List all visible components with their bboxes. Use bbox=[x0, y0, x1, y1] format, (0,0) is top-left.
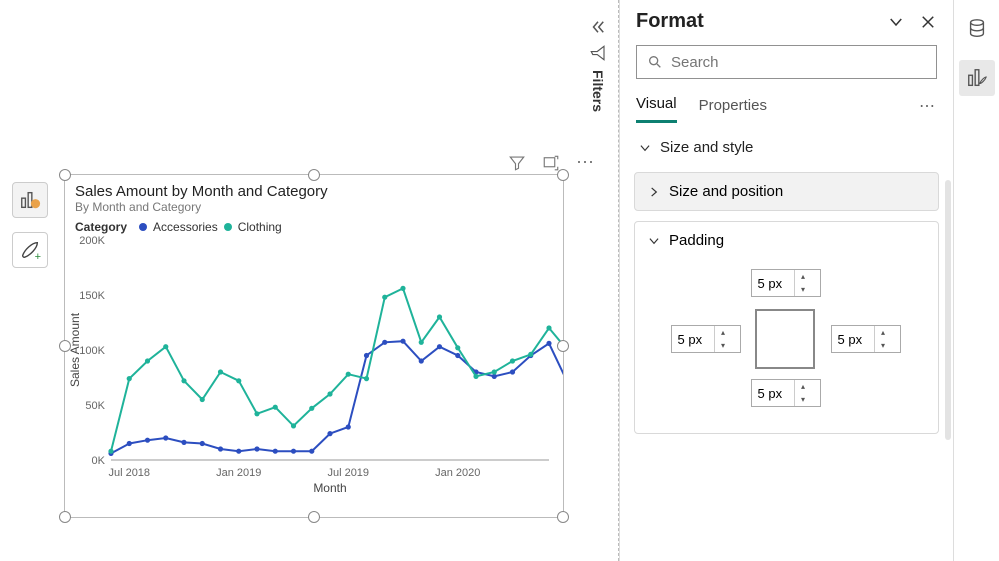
format-search-box[interactable] bbox=[636, 45, 937, 79]
collapse-chevrons-icon[interactable] bbox=[589, 18, 607, 36]
resize-handle[interactable] bbox=[557, 169, 569, 181]
card-padding: Padding ▴▾ ▴▾ ▴▾ bbox=[634, 221, 939, 434]
resize-handle[interactable] bbox=[59, 511, 71, 523]
svg-text:Jan 2020: Jan 2020 bbox=[435, 467, 480, 479]
search-icon bbox=[647, 54, 663, 70]
card-padding-header[interactable]: Padding bbox=[635, 222, 938, 259]
resize-handle[interactable] bbox=[557, 340, 569, 352]
chart-visual[interactable]: Sales Amount by Month and Category By Mo… bbox=[64, 174, 564, 518]
filters-pane-label[interactable]: Filters bbox=[590, 70, 606, 112]
legend-title: Category bbox=[75, 220, 127, 234]
svg-text:200K: 200K bbox=[79, 236, 105, 247]
padding-editor: ▴▾ ▴▾ ▴▾ ▴▾ bbox=[667, 265, 907, 415]
step-down[interactable]: ▾ bbox=[875, 339, 892, 352]
tabs-more-icon[interactable]: ⋯ bbox=[919, 96, 937, 116]
resize-handle[interactable] bbox=[308, 169, 320, 181]
report-canvas[interactable]: + ⋯ Sales Amount by Month and Category B… bbox=[0, 0, 618, 561]
chart-subtitle: By Month and Category bbox=[65, 200, 563, 220]
database-icon bbox=[966, 17, 988, 39]
filters-funnel-icon[interactable] bbox=[589, 44, 607, 62]
svg-text:Jul 2018: Jul 2018 bbox=[108, 467, 150, 479]
svg-text:Sales Amount: Sales Amount bbox=[68, 312, 82, 387]
step-up[interactable]: ▴ bbox=[875, 326, 892, 339]
visual-header-icons: ⋯ bbox=[508, 152, 594, 173]
legend-label-clothing: Clothing bbox=[238, 220, 282, 234]
resize-handle[interactable] bbox=[59, 340, 71, 352]
paintbrush-icon: + bbox=[19, 239, 41, 261]
search-input[interactable] bbox=[671, 54, 926, 71]
tab-visual[interactable]: Visual bbox=[636, 89, 677, 123]
padding-bottom-input[interactable]: ▴▾ bbox=[751, 379, 821, 407]
step-down[interactable]: ▾ bbox=[795, 393, 812, 406]
visual-more-icon[interactable]: ⋯ bbox=[576, 152, 594, 173]
section-label: Size and style bbox=[660, 139, 753, 156]
card-size-and-position[interactable]: Size and position bbox=[634, 172, 939, 211]
visual-mini-toolbar: + bbox=[12, 182, 48, 268]
legend-label-accessories: Accessories bbox=[153, 220, 218, 234]
padding-right-input[interactable]: ▴▾ bbox=[831, 325, 901, 353]
chevron-down-icon[interactable] bbox=[887, 13, 905, 31]
format-tabs: Visual Properties ⋯ bbox=[620, 89, 953, 123]
svg-text:Jul 2019: Jul 2019 bbox=[327, 467, 369, 479]
format-brush-icon bbox=[966, 67, 988, 89]
padding-top-input[interactable]: ▴▾ bbox=[751, 269, 821, 297]
step-up[interactable]: ▴ bbox=[715, 326, 732, 339]
bar-chart-icon bbox=[19, 189, 41, 211]
card-label: Size and position bbox=[669, 183, 783, 200]
padding-left-value[interactable] bbox=[672, 332, 714, 347]
format-pane-title: Format bbox=[636, 10, 873, 33]
focus-mode-icon[interactable] bbox=[542, 154, 560, 172]
padding-left-input[interactable]: ▴▾ bbox=[671, 325, 741, 353]
format-pane: Format Visual Properties ⋯ Size and styl… bbox=[619, 0, 953, 561]
padding-bottom-value[interactable] bbox=[752, 386, 794, 401]
svg-text:150K: 150K bbox=[79, 290, 105, 302]
format-visual-button[interactable]: + bbox=[12, 232, 48, 268]
chevron-down-icon bbox=[647, 234, 661, 248]
svg-text:Jan 2019: Jan 2019 bbox=[216, 467, 261, 479]
build-visual-button[interactable] bbox=[12, 182, 48, 218]
scrollbar[interactable] bbox=[945, 180, 951, 440]
chevron-down-icon bbox=[638, 141, 652, 155]
step-down[interactable]: ▾ bbox=[795, 283, 812, 296]
svg-text:100K: 100K bbox=[79, 345, 105, 357]
svg-text:50K: 50K bbox=[85, 400, 105, 412]
padding-preview-box bbox=[755, 309, 815, 369]
data-pane-button[interactable] bbox=[959, 10, 995, 46]
section-size-and-style[interactable]: Size and style bbox=[634, 133, 939, 162]
resize-handle[interactable] bbox=[59, 169, 71, 181]
legend-dot-clothing bbox=[224, 223, 232, 231]
svg-text:Month: Month bbox=[313, 481, 346, 495]
tab-properties[interactable]: Properties bbox=[699, 91, 767, 122]
format-pane-button[interactable] bbox=[959, 60, 995, 96]
chevron-right-icon bbox=[647, 185, 661, 199]
chart-legend: Category Accessories Clothing bbox=[65, 220, 563, 236]
padding-top-value[interactable] bbox=[752, 276, 794, 291]
line-chart-svg: 0K 50K 100K 150K 200K Jul 2018 Jan 2019 Jul 201… bbox=[65, 236, 563, 496]
card-label: Padding bbox=[669, 232, 724, 249]
padding-right-value[interactable] bbox=[832, 332, 874, 347]
resize-handle[interactable] bbox=[557, 511, 569, 523]
step-up[interactable]: ▴ bbox=[795, 380, 812, 393]
svg-text:0K: 0K bbox=[92, 455, 106, 467]
step-up[interactable]: ▴ bbox=[795, 270, 812, 283]
svg-text:+: + bbox=[35, 251, 41, 261]
right-icon-rail bbox=[953, 0, 999, 561]
legend-dot-accessories bbox=[139, 223, 147, 231]
filter-icon[interactable] bbox=[508, 154, 526, 172]
close-icon[interactable] bbox=[919, 13, 937, 31]
resize-handle[interactable] bbox=[308, 511, 320, 523]
step-down[interactable]: ▾ bbox=[715, 339, 732, 352]
